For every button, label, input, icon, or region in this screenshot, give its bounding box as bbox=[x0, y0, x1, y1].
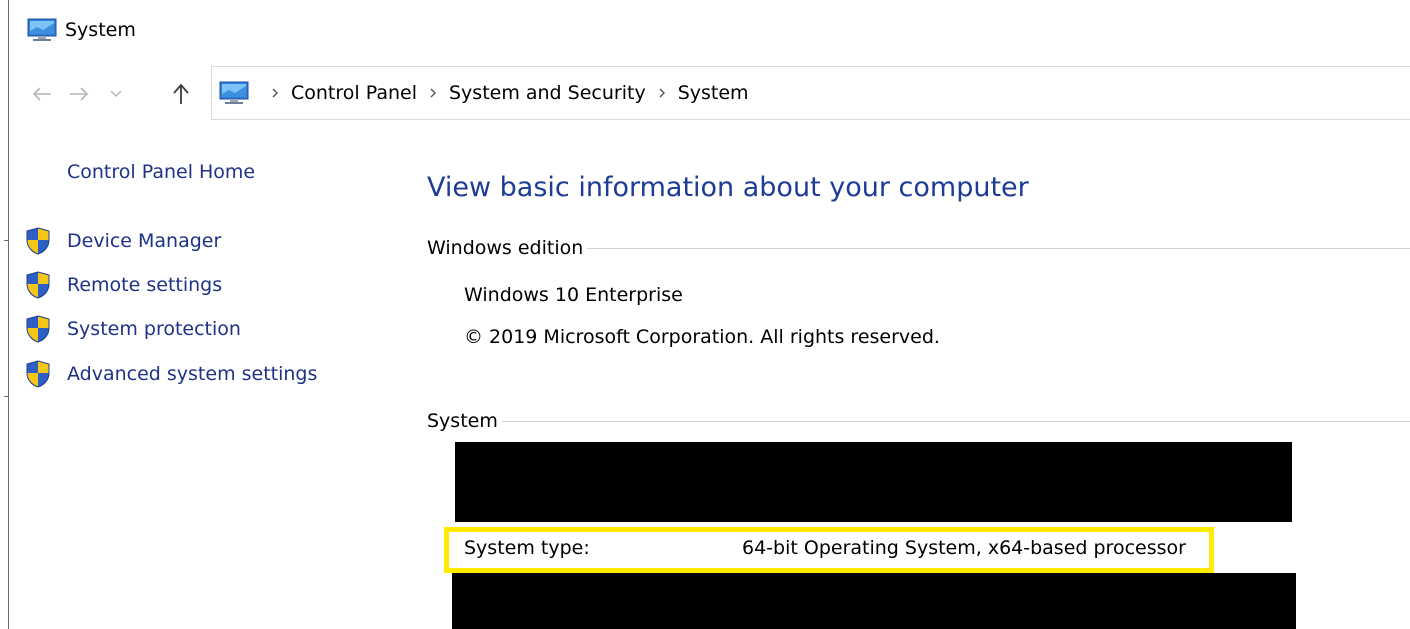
windows-edition-value: Windows 10 Enterprise bbox=[464, 284, 683, 306]
copyright-text: © 2019 Microsoft Corporation. All rights… bbox=[464, 326, 940, 348]
window-title: System bbox=[65, 19, 136, 41]
system-section-header: System bbox=[427, 408, 1410, 434]
system-type-label: System type: bbox=[464, 537, 590, 559]
breadcrumb-separator-icon[interactable] bbox=[423, 83, 443, 103]
uac-shield-icon bbox=[26, 360, 50, 388]
page-title: View basic information about your comput… bbox=[427, 172, 1029, 203]
border-notch bbox=[4, 240, 8, 241]
sidebar-item-device-manager[interactable]: Device Manager bbox=[25, 226, 221, 256]
sidebar-item-remote-settings[interactable]: Remote settings bbox=[25, 270, 222, 300]
breadcrumb-separator-icon[interactable] bbox=[265, 83, 285, 103]
section-heading: Windows edition bbox=[427, 237, 584, 259]
system-window: System Control Panel System and Security… bbox=[0, 0, 1410, 629]
forward-button[interactable] bbox=[66, 80, 92, 108]
monitor-system-icon bbox=[219, 81, 249, 104]
uac-shield-icon bbox=[26, 315, 50, 343]
breadcrumb-control-panel[interactable]: Control Panel bbox=[291, 82, 417, 104]
sidebar-item-label: System protection bbox=[67, 318, 241, 340]
redacted-block bbox=[455, 442, 1292, 522]
address-bar[interactable]: Control Panel System and Security System bbox=[211, 66, 1410, 120]
system-type-value: 64-bit Operating System, x64-based proce… bbox=[742, 537, 1186, 559]
title-bar: System bbox=[27, 12, 136, 48]
section-heading: System bbox=[427, 410, 498, 432]
breadcrumb-system-and-security[interactable]: System and Security bbox=[449, 82, 646, 104]
control-panel-home-link[interactable]: Control Panel Home bbox=[67, 161, 255, 183]
navigation-bar: Control Panel System and Security System bbox=[0, 66, 1410, 122]
forward-arrow-icon bbox=[70, 87, 89, 101]
sidebar-item-label: Device Manager bbox=[67, 230, 222, 252]
up-button[interactable] bbox=[168, 80, 194, 108]
back-arrow-icon bbox=[32, 87, 51, 101]
up-arrow-icon bbox=[173, 83, 189, 104]
sidebar-item-advanced-system-settings[interactable]: Advanced system settings bbox=[25, 359, 317, 389]
recent-locations-button[interactable] bbox=[106, 80, 126, 108]
uac-shield-icon bbox=[26, 271, 50, 299]
sidebar-item-system-protection[interactable]: System protection bbox=[25, 314, 241, 344]
breadcrumb-system[interactable]: System bbox=[678, 82, 749, 104]
sidebar-item-label: Remote settings bbox=[67, 274, 223, 296]
breadcrumb-separator-icon[interactable] bbox=[652, 83, 672, 103]
back-button[interactable] bbox=[29, 80, 55, 108]
uac-shield-icon bbox=[26, 227, 50, 255]
sidebar-item-label: Advanced system settings bbox=[67, 363, 318, 385]
section-divider bbox=[501, 420, 1410, 422]
border-notch bbox=[4, 396, 8, 397]
monitor-system-icon bbox=[27, 18, 57, 41]
redacted-block bbox=[452, 573, 1296, 629]
section-divider bbox=[587, 247, 1410, 249]
windows-edition-section-header: Windows edition bbox=[427, 235, 1410, 261]
chevron-down-icon bbox=[110, 90, 122, 98]
